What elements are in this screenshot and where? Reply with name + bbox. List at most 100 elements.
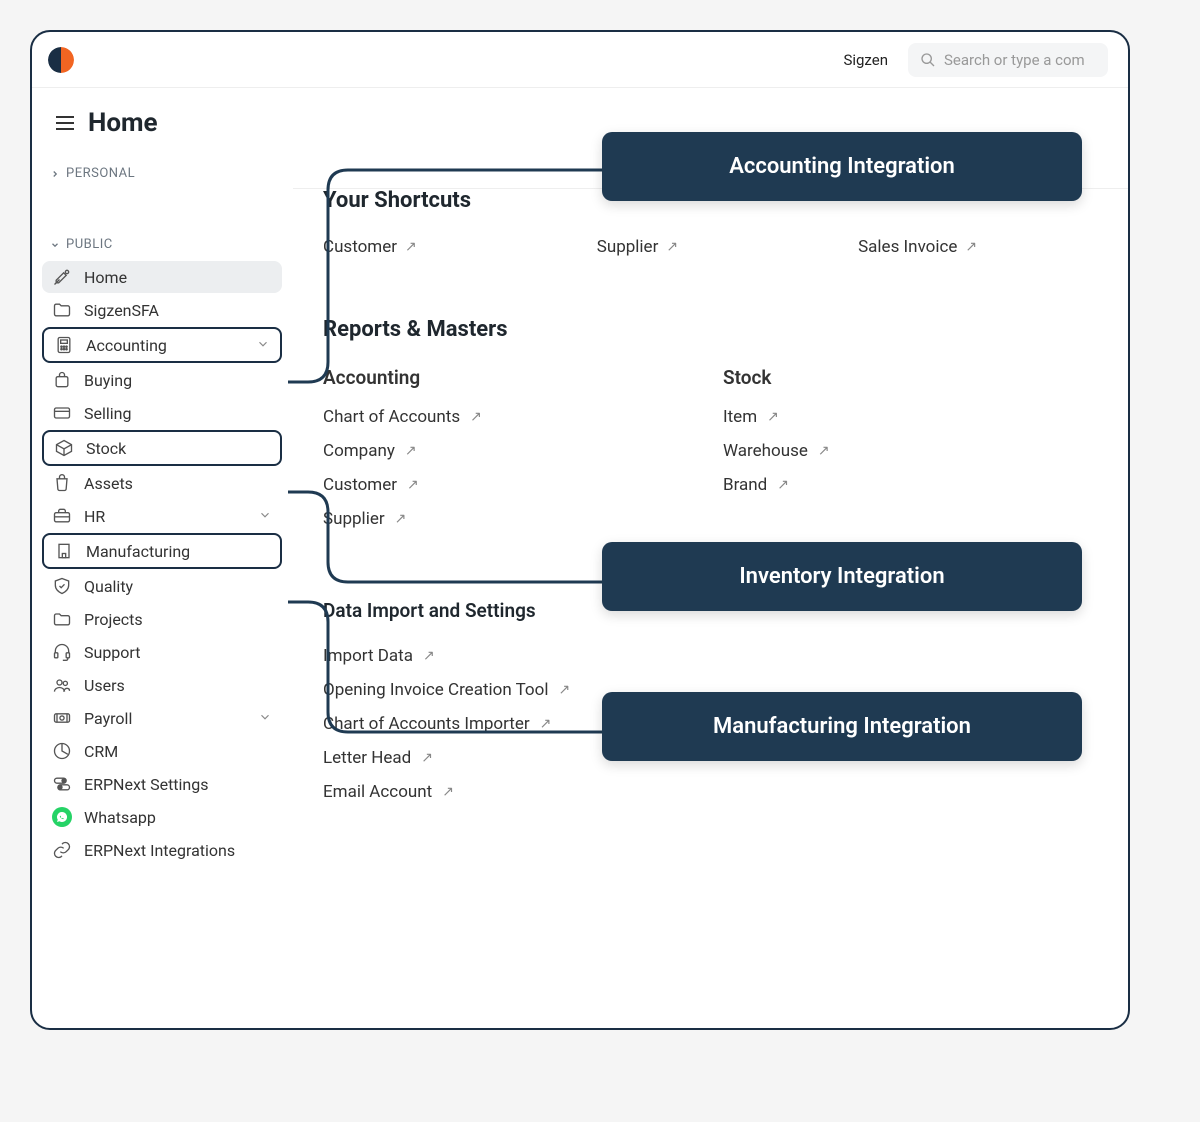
- link-label: Item: [723, 407, 757, 427]
- callout-accounting: Accounting Integration: [602, 132, 1082, 201]
- callout-inventory: Inventory Integration: [602, 542, 1082, 611]
- sidebar-item-label: CRM: [84, 742, 272, 761]
- arrow-ne-icon: ↗: [407, 477, 419, 493]
- stock-link-warehouse[interactable]: Warehouse↗: [723, 441, 830, 461]
- sidebar-item-hr[interactable]: HR: [42, 500, 282, 532]
- whatsapp-icon: [52, 807, 72, 827]
- menu-icon[interactable]: [56, 116, 74, 130]
- link-label: Chart of Accounts Importer: [323, 714, 530, 734]
- arrow-ne-icon: ↗: [470, 409, 482, 425]
- stock-links: Item ↗ Warehouse↗ Brand ↗: [723, 407, 830, 495]
- sidebar-item-label: Selling: [84, 404, 272, 423]
- arrow-ne-icon: ↗: [423, 648, 435, 664]
- reports-columns: Accounting Chart of Accounts↗Company↗Cus…: [323, 366, 1098, 529]
- sidebar-item-erpnext-settings[interactable]: ERPNext Settings: [42, 768, 282, 800]
- arrow-ne-icon: ↗: [540, 716, 552, 732]
- accounting-column: Accounting Chart of Accounts↗Company↗Cus…: [323, 366, 603, 529]
- accounting-link-supplier[interactable]: Supplier ↗: [323, 509, 603, 529]
- sidebar-item-users[interactable]: Users: [42, 669, 282, 701]
- card-icon: [52, 403, 72, 423]
- topbar-right: Sigzen Search or type a com: [843, 43, 1108, 77]
- building-icon: [54, 541, 74, 561]
- sidebar-nav-list: HomeSigzenSFA Accounting Buying Selling Stoc…: [42, 261, 282, 866]
- chevron-down-icon: [258, 709, 272, 728]
- arrow-ne-icon: ↗: [405, 239, 417, 255]
- sidebar-item-label: Quality: [84, 577, 272, 596]
- sidebar-item-label: Support: [84, 643, 272, 662]
- link-label: Email Account: [323, 782, 432, 802]
- sidebar-item-support[interactable]: Support: [42, 636, 282, 668]
- topbar: Sigzen Search or type a com: [32, 32, 1128, 88]
- sidebar-item-label: Accounting: [86, 336, 244, 355]
- sidebar-item-payroll[interactable]: Payroll: [42, 702, 282, 734]
- sidebar-item-manufacturing[interactable]: Manufacturing: [42, 533, 282, 569]
- pie-icon: [52, 741, 72, 761]
- arrow-ne-icon: ↗: [395, 511, 407, 527]
- users-icon: [52, 675, 72, 695]
- sidebar-item-label: Projects: [84, 610, 272, 629]
- sidebar-item-accounting[interactable]: Accounting: [42, 327, 282, 363]
- sidebar-item-sigzensfa[interactable]: SigzenSFA: [42, 294, 282, 326]
- chevron-down-icon: [258, 507, 272, 526]
- link-label: Warehouse: [723, 441, 808, 461]
- sidebar-item-label: Stock: [86, 439, 270, 458]
- accounting-links: Chart of Accounts↗ Company↗ Customer↗ Suppl…: [323, 407, 603, 529]
- tools-icon: [52, 267, 72, 287]
- briefcase-icon: [52, 506, 72, 526]
- arrow-ne-icon: ↗: [767, 409, 779, 425]
- folder2-icon: [52, 609, 72, 629]
- link-label: Customer: [323, 237, 397, 257]
- search-input[interactable]: Search or type a com: [908, 43, 1108, 77]
- sidebar: Home PERSONAL PUBLIC HomeSigzenSFAAccoun…: [32, 88, 292, 1028]
- link-label: Brand: [723, 475, 767, 495]
- sidebar-item-buying[interactable]: Buying: [42, 364, 282, 396]
- chevron-down-icon: [50, 240, 60, 250]
- search-placeholder: Search or type a com: [944, 51, 1085, 69]
- shortcuts-row: Customer ↗ Supplier↗ Sales Invoice ↗: [323, 237, 1098, 257]
- sidebar-item-selling[interactable]: Selling: [42, 397, 282, 429]
- accounting-link-customer[interactable]: Customer↗: [323, 475, 603, 495]
- shortcut-sales-invoice[interactable]: Sales Invoice ↗: [858, 237, 977, 257]
- bag-icon: [52, 370, 72, 390]
- sidebar-item-quality[interactable]: Quality: [42, 570, 282, 602]
- group-label-personal: PERSONAL: [66, 166, 135, 181]
- stock-col-title: Stock: [723, 366, 830, 389]
- sidebar-group-personal[interactable]: PERSONAL: [42, 148, 282, 189]
- sidebar-item-whatsapp[interactable]: Whatsapp: [42, 801, 282, 833]
- import-link-email-account[interactable]: Email Account↗: [323, 782, 1098, 802]
- sidebar-group-public[interactable]: PUBLIC: [42, 219, 282, 260]
- headset-icon: [52, 642, 72, 662]
- sidebar-item-home[interactable]: Home: [42, 261, 282, 293]
- sidebar-item-label: Buying: [84, 371, 272, 390]
- company-label[interactable]: Sigzen: [843, 51, 888, 69]
- group-label-public: PUBLIC: [66, 237, 113, 252]
- stock-link-item[interactable]: Item ↗: [723, 407, 830, 427]
- app-logo: [48, 47, 74, 73]
- sidebar-item-erpnext-integrations[interactable]: ERPNext Integrations: [42, 834, 282, 866]
- sidebar-item-label: Payroll: [84, 709, 246, 728]
- page-header: Home: [42, 88, 282, 148]
- arrow-ne-icon: ↗: [558, 682, 570, 698]
- arrow-ne-icon: ↗: [965, 239, 977, 255]
- link-label: Supplier: [323, 509, 385, 529]
- sidebar-item-label: ERPNext Integrations: [84, 841, 272, 860]
- sidebar-item-assets[interactable]: Assets: [42, 467, 282, 499]
- stock-link-brand[interactable]: Brand ↗: [723, 475, 830, 495]
- sidebar-item-stock[interactable]: Stock: [42, 430, 282, 466]
- import-link-import-data[interactable]: Import Data↗: [323, 646, 1098, 666]
- stock-column: Stock Item ↗ Warehouse↗ Brand ↗: [723, 366, 830, 529]
- sidebar-item-crm[interactable]: CRM: [42, 735, 282, 767]
- search-icon: [920, 52, 936, 68]
- sidebar-item-label: ERPNext Settings: [84, 775, 272, 794]
- arrow-ne-icon: ↗: [777, 477, 789, 493]
- link-icon: [52, 840, 72, 860]
- shortcut-customer[interactable]: Customer ↗: [323, 237, 417, 257]
- link-label: Sales Invoice: [858, 237, 957, 257]
- shortcut-supplier[interactable]: Supplier↗: [597, 237, 678, 257]
- sidebar-item-projects[interactable]: Projects: [42, 603, 282, 635]
- arrow-ne-icon: ↗: [405, 443, 417, 459]
- accounting-link-company[interactable]: Company↗: [323, 441, 603, 461]
- sidebar-item-label: Assets: [84, 474, 272, 493]
- toggle-icon: [52, 774, 72, 794]
- accounting-link-chart-of-accounts[interactable]: Chart of Accounts↗: [323, 407, 603, 427]
